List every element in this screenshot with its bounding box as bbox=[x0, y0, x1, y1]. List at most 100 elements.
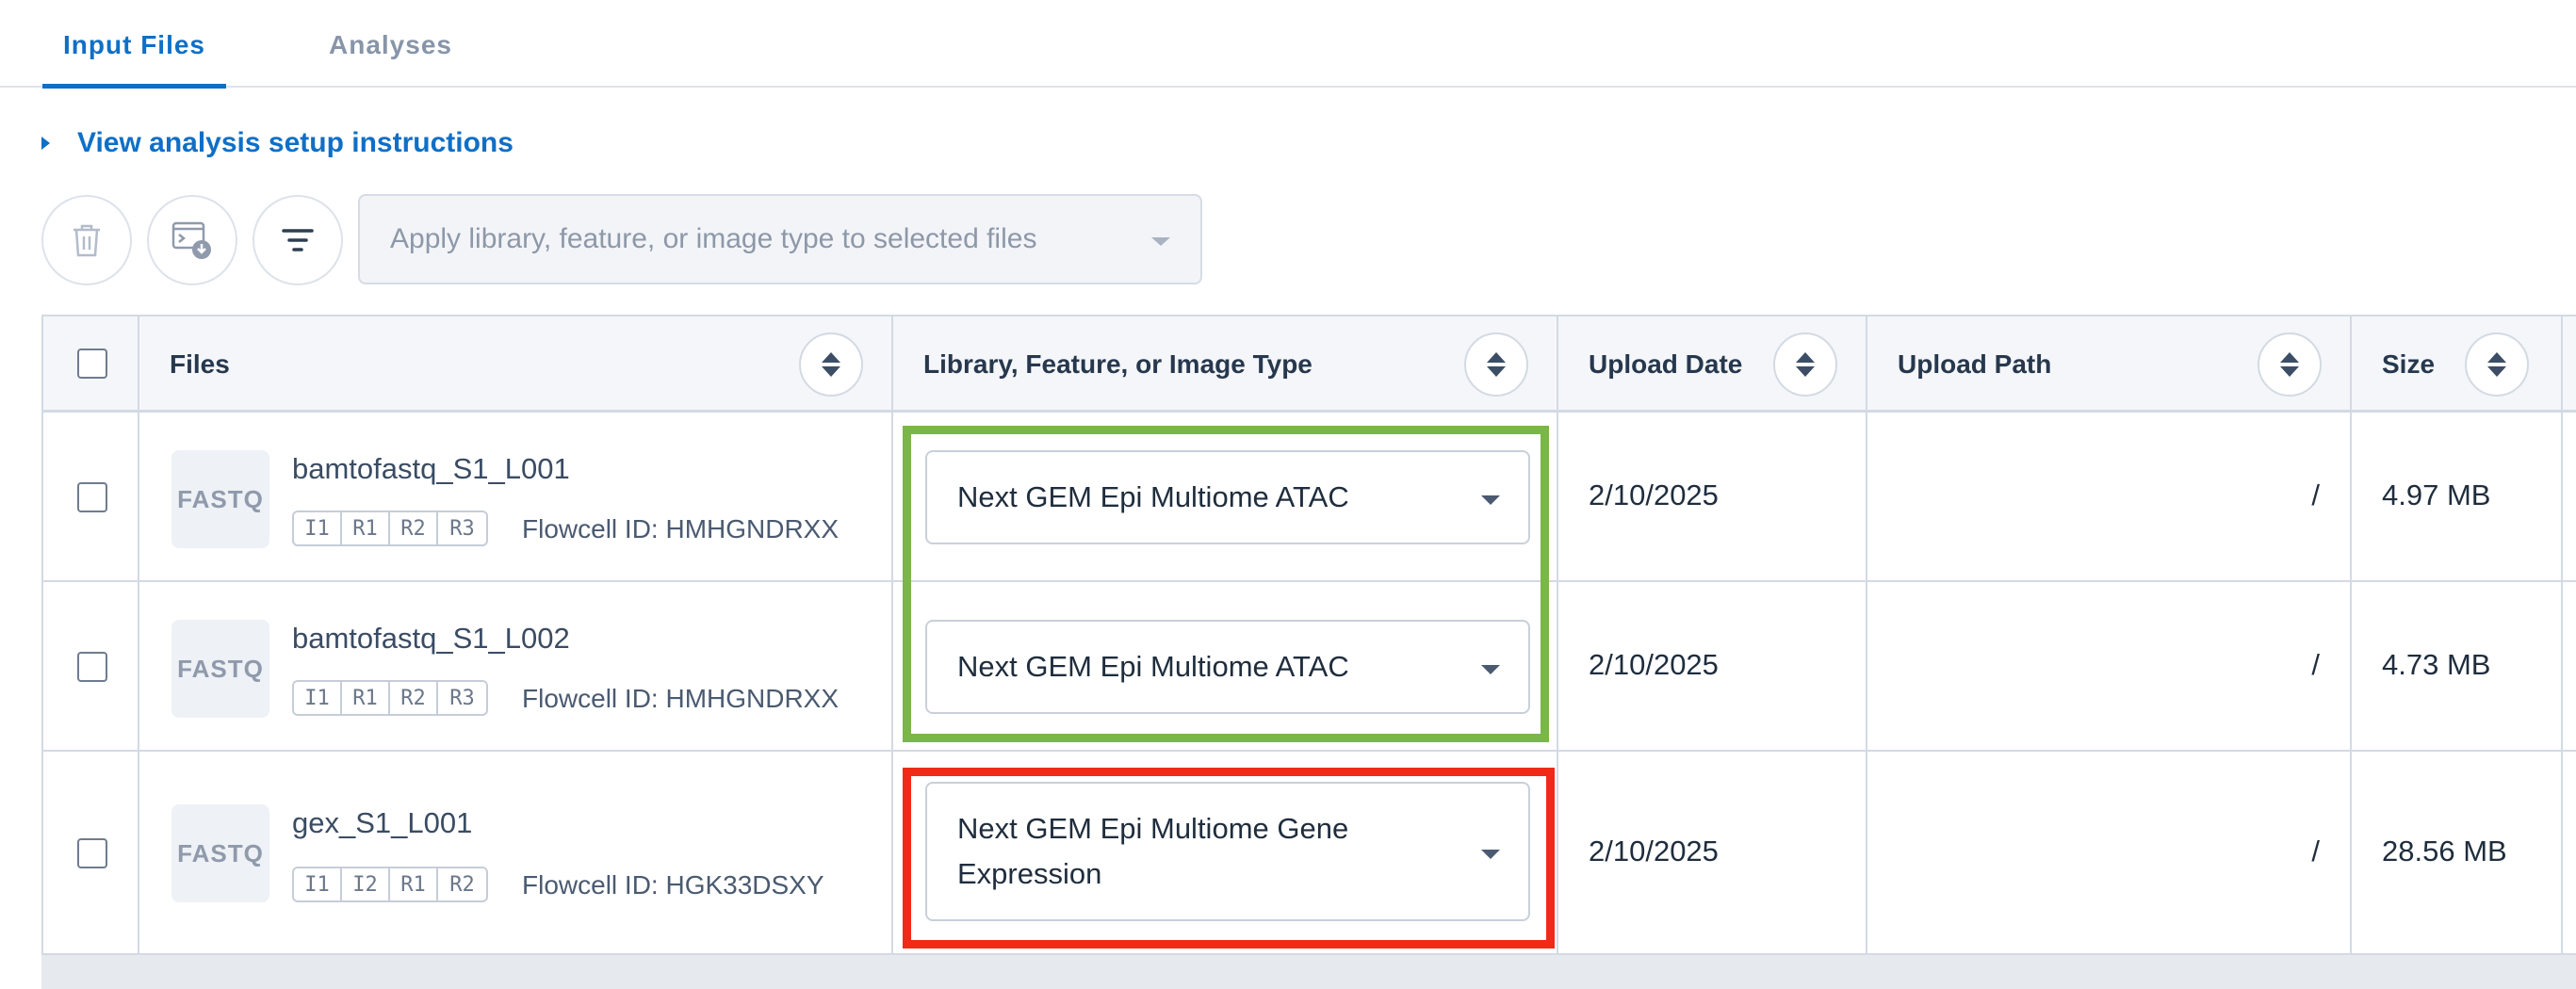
sort-files-button[interactable] bbox=[799, 332, 863, 397]
library-type-select[interactable]: Next GEM Epi Multiome ATAC bbox=[925, 450, 1530, 544]
caret-right-icon bbox=[41, 137, 50, 150]
file-size: 4.97 MB bbox=[2382, 478, 2491, 511]
sort-down-icon bbox=[2487, 366, 2506, 377]
chevron-down-icon bbox=[1481, 850, 1500, 859]
upload-path: / bbox=[2311, 648, 2320, 681]
sort-down-icon bbox=[822, 366, 840, 377]
read-tag: R2 bbox=[449, 872, 475, 897]
upload-date: 2/10/2025 bbox=[1589, 648, 1719, 681]
library-type-select[interactable]: Next GEM Epi Multiome ATAC bbox=[925, 620, 1530, 714]
size-cell: 4.97 MB bbox=[2352, 413, 2563, 580]
delete-button[interactable] bbox=[41, 195, 132, 285]
filter-button[interactable] bbox=[253, 195, 343, 285]
download-command-button[interactable] bbox=[147, 195, 237, 285]
tab-analyses[interactable]: Analyses bbox=[329, 30, 452, 60]
input-files-table: Files Library, Feature, or Image Type Up… bbox=[41, 315, 2576, 955]
header-size: Size bbox=[2352, 316, 2563, 412]
read-tag: R1 bbox=[342, 682, 390, 714]
file-cell: FASTQ bamtofastq_S1_L002 I1 R1 R2 R3 Flo… bbox=[139, 582, 893, 750]
file-size: 28.56 MB bbox=[2382, 835, 2507, 867]
chevron-down-icon bbox=[1151, 237, 1170, 246]
sort-up-icon bbox=[1796, 352, 1815, 363]
table-header: Files Library, Feature, or Image Type Up… bbox=[43, 315, 2576, 413]
flowcell-id: Flowcell ID: HGK33DSXY bbox=[522, 870, 824, 900]
upload-path: / bbox=[2311, 835, 2320, 867]
sort-up-icon bbox=[2280, 352, 2299, 363]
header-upload-date: Upload Date bbox=[1558, 316, 1867, 412]
row-checkbox[interactable] bbox=[77, 652, 107, 682]
sort-down-icon bbox=[2280, 366, 2299, 377]
sort-upload-path-button[interactable] bbox=[2258, 332, 2322, 397]
upload-path-cell: / bbox=[1867, 752, 2352, 953]
tab-input-files[interactable]: Input Files bbox=[42, 30, 226, 89]
chevron-down-icon bbox=[1481, 665, 1500, 674]
header-upload-date-label: Upload Date bbox=[1589, 349, 1743, 379]
view-instructions-toggle[interactable]: View analysis setup instructions bbox=[41, 126, 514, 160]
file-cell: FASTQ bamtofastq_S1_L001 I1 R1 R2 R3 Flo… bbox=[139, 413, 893, 580]
header-size-label: Size bbox=[2382, 349, 2436, 379]
header-files: Files bbox=[139, 316, 893, 412]
horizontal-scrollbar[interactable] bbox=[41, 955, 2576, 989]
row-select-cell bbox=[43, 752, 139, 953]
read-tag: I1 bbox=[294, 512, 342, 544]
upload-path: / bbox=[2311, 478, 2320, 511]
file-cell: FASTQ gex_S1_L001 I1 I2 R1 R2 Flowcell I… bbox=[139, 752, 893, 953]
read-tag: I2 bbox=[342, 868, 390, 900]
select-all-checkbox[interactable] bbox=[77, 349, 107, 379]
library-type-select[interactable]: Next GEM Epi Multiome Gene Expression bbox=[925, 782, 1530, 921]
file-name: bamtofastq_S1_L002 bbox=[292, 622, 570, 655]
tab-bar: Input Files Analyses bbox=[0, 0, 2576, 89]
row-select-cell bbox=[43, 413, 139, 580]
table-row: FASTQ bamtofastq_S1_L001 I1 R1 R2 R3 Flo… bbox=[43, 413, 2576, 582]
read-tags: I1 R1 R2 R3 bbox=[292, 511, 488, 546]
fastq-file-icon: FASTQ bbox=[171, 804, 269, 902]
row-checkbox[interactable] bbox=[77, 482, 107, 512]
upload-date-cell: 2/10/2025 bbox=[1558, 752, 1867, 953]
library-type-value: Next GEM Epi Multiome Gene Expression bbox=[957, 812, 1349, 890]
file-size: 4.73 MB bbox=[2382, 648, 2491, 681]
upload-date: 2/10/2025 bbox=[1589, 478, 1719, 511]
table-row: FASTQ bamtofastq_S1_L002 I1 R1 R2 R3 Flo… bbox=[43, 582, 2576, 752]
read-tags: I1 I2 R1 R2 bbox=[292, 867, 488, 902]
library-type-cell: Next GEM Epi Multiome ATAC bbox=[893, 582, 1558, 750]
apply-type-select[interactable]: Apply library, feature, or image type to… bbox=[358, 194, 1202, 284]
upload-date-cell: 2/10/2025 bbox=[1558, 413, 1867, 580]
sort-size-button[interactable] bbox=[2465, 332, 2529, 397]
read-tag: I1 bbox=[294, 682, 342, 714]
file-name: gex_S1_L001 bbox=[292, 806, 473, 839]
header-upload-path-label: Upload Path bbox=[1898, 349, 2052, 379]
flowcell-id: Flowcell ID: HMHGNDRXX bbox=[522, 684, 840, 713]
size-cell: 28.56 MB bbox=[2352, 752, 2563, 953]
library-type-value: Next GEM Epi Multiome ATAC bbox=[957, 650, 1349, 683]
upload-path-cell: / bbox=[1867, 413, 2352, 580]
header-library-type: Library, Feature, or Image Type bbox=[893, 316, 1558, 412]
sort-up-icon bbox=[2487, 352, 2506, 363]
sort-upload-date-button[interactable] bbox=[1773, 332, 1837, 397]
read-tag: I1 bbox=[294, 868, 342, 900]
header-select-cell bbox=[43, 316, 139, 412]
upload-date-cell: 2/10/2025 bbox=[1558, 582, 1867, 750]
table-row: FASTQ gex_S1_L001 I1 I2 R1 R2 Flowcell I… bbox=[43, 752, 2576, 955]
read-tag: R1 bbox=[342, 512, 390, 544]
filter-icon bbox=[282, 229, 314, 251]
read-tag: R2 bbox=[390, 512, 438, 544]
sort-library-type-button[interactable] bbox=[1464, 332, 1528, 397]
row-checkbox[interactable] bbox=[77, 838, 107, 868]
read-tag: R2 bbox=[390, 682, 438, 714]
apply-type-placeholder: Apply library, feature, or image type to… bbox=[390, 223, 1037, 254]
library-type-cell: Next GEM Epi Multiome ATAC bbox=[893, 413, 1558, 580]
read-tags: I1 R1 R2 R3 bbox=[292, 680, 488, 716]
row-select-cell bbox=[43, 582, 139, 750]
sort-up-icon bbox=[1487, 352, 1506, 363]
flowcell-id: Flowcell ID: HMHGNDRXX bbox=[522, 514, 840, 543]
fastq-file-icon: FASTQ bbox=[171, 620, 269, 718]
size-cell: 4.73 MB bbox=[2352, 582, 2563, 750]
sort-down-icon bbox=[1796, 366, 1815, 377]
view-instructions-label: View analysis setup instructions bbox=[77, 127, 514, 158]
chevron-down-icon bbox=[1481, 495, 1500, 505]
read-tag: R3 bbox=[449, 686, 475, 710]
fastq-file-icon: FASTQ bbox=[171, 450, 269, 548]
trash-icon bbox=[73, 224, 100, 257]
file-name: bamtofastq_S1_L001 bbox=[292, 452, 570, 485]
read-tag: R1 bbox=[390, 868, 438, 900]
